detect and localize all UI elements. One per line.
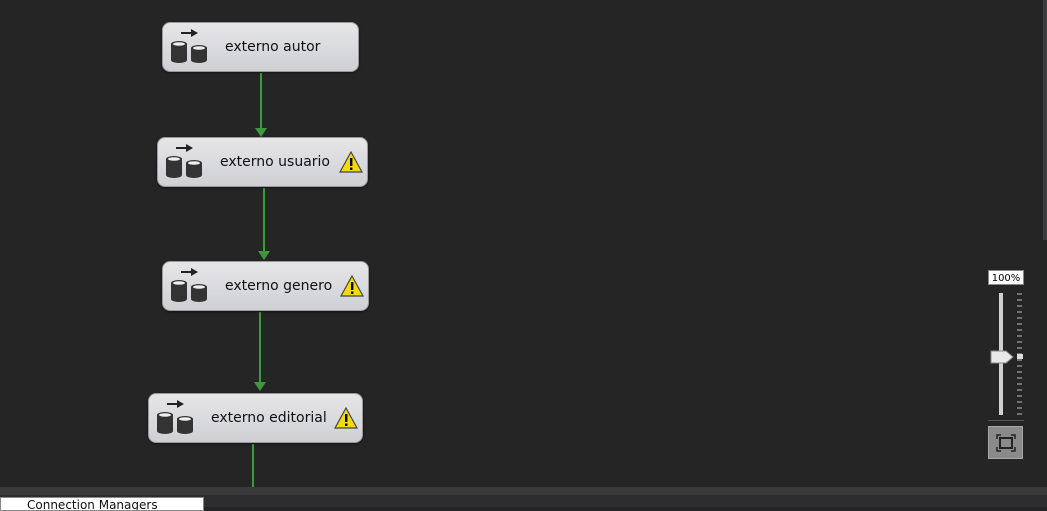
data-flow-task-icon bbox=[171, 29, 207, 63]
design-canvas[interactable]: externo autor externo usuario externo ge… bbox=[0, 0, 1047, 488]
warning-icon[interactable] bbox=[334, 407, 358, 429]
horizontal-scrollbar[interactable] bbox=[0, 487, 1047, 495]
task-externo-usuario[interactable]: externo usuario bbox=[157, 137, 368, 187]
zoom-slider-thumb[interactable] bbox=[990, 350, 1014, 364]
zoom-to-fit-icon bbox=[995, 433, 1016, 452]
zoom-separator bbox=[988, 420, 1024, 421]
task-externo-autor[interactable]: externo autor bbox=[162, 22, 359, 72]
vertical-scrollbar[interactable] bbox=[1043, 0, 1047, 240]
precedence-arrow-2[interactable] bbox=[257, 188, 273, 262]
task-label: externo genero bbox=[225, 278, 333, 294]
task-label: externo editorial bbox=[211, 410, 327, 426]
precedence-arrow-3[interactable] bbox=[253, 312, 269, 394]
zoom-slider-ticks bbox=[1017, 293, 1023, 415]
warning-icon[interactable] bbox=[339, 151, 363, 173]
warning-icon[interactable] bbox=[340, 275, 364, 297]
precedence-arrow-1[interactable] bbox=[254, 73, 270, 139]
tab-connection-managers[interactable]: Connection Managers bbox=[0, 497, 204, 511]
task-label: externo autor bbox=[225, 39, 321, 55]
precedence-arrow-4[interactable] bbox=[246, 444, 262, 488]
data-flow-task-icon bbox=[166, 144, 202, 178]
data-flow-task-icon bbox=[171, 268, 207, 302]
task-externo-genero[interactable]: externo genero bbox=[162, 261, 369, 311]
zoom-level-label: 100% bbox=[988, 270, 1024, 285]
data-flow-task-icon bbox=[157, 400, 193, 434]
zoom-to-fit-button[interactable] bbox=[988, 426, 1023, 459]
task-externo-editorial[interactable]: externo editorial bbox=[148, 393, 363, 443]
task-label: externo usuario bbox=[220, 154, 330, 170]
